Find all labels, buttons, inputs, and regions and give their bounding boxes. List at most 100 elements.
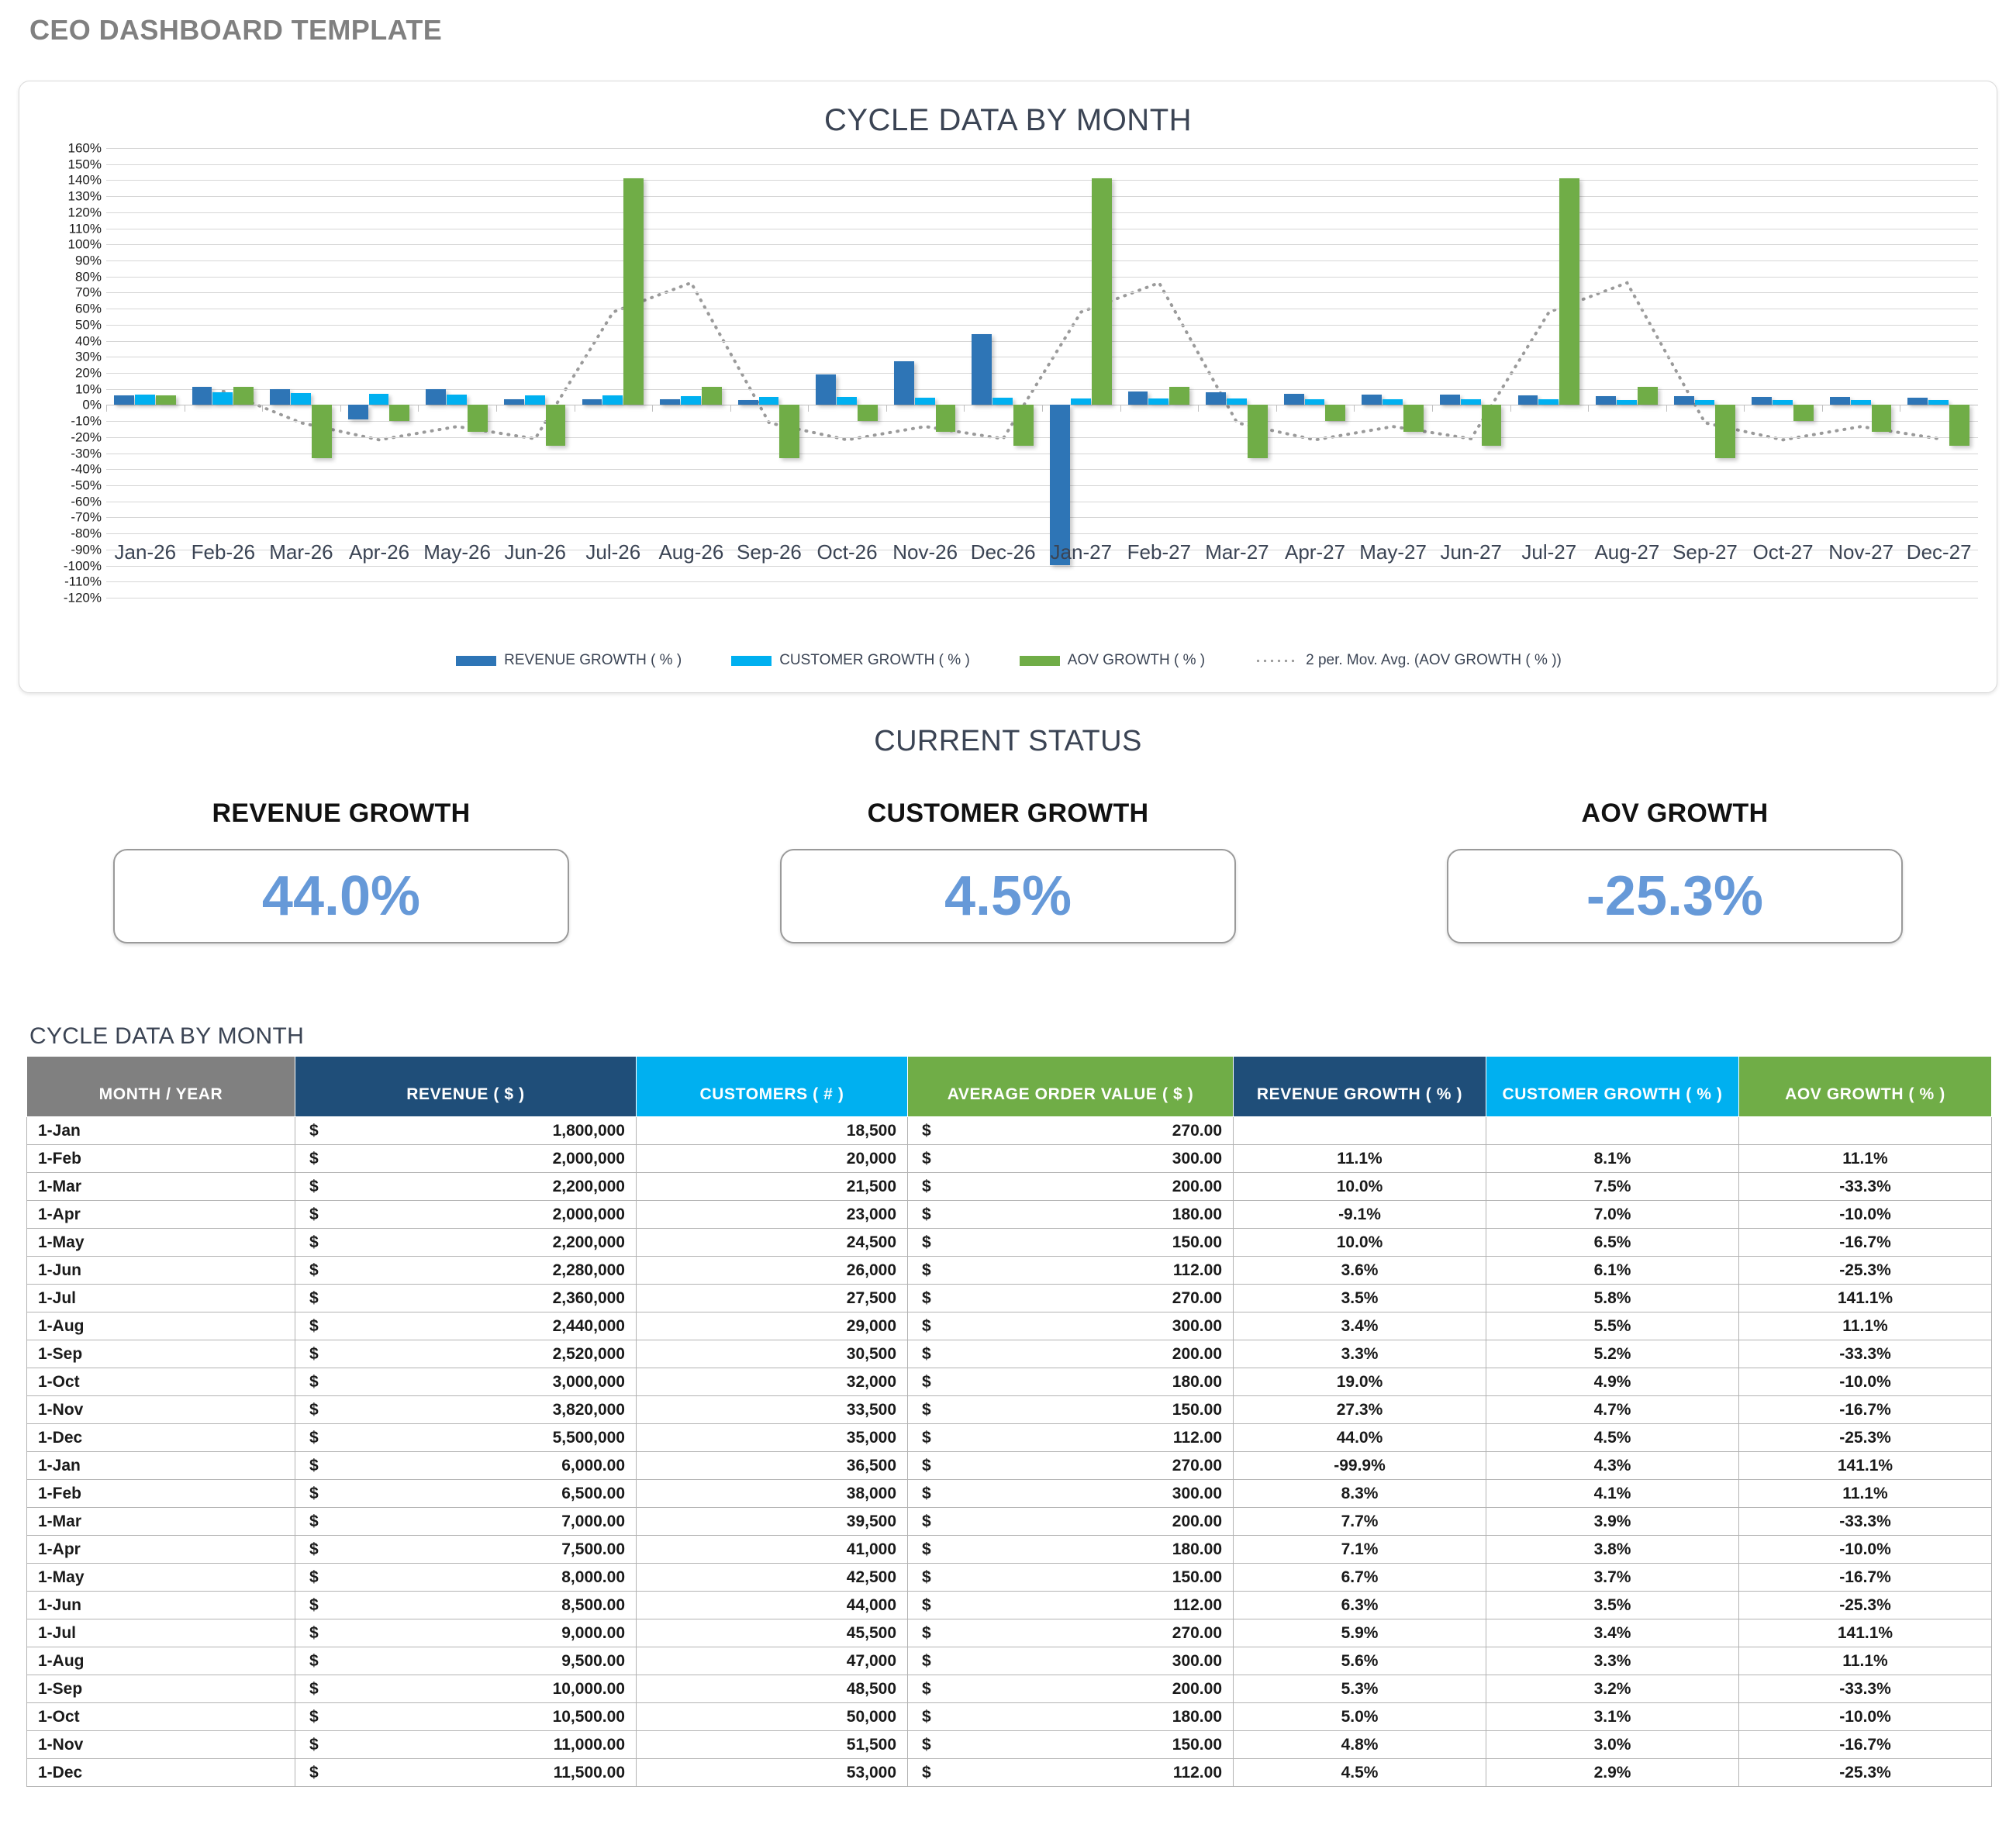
x-axis-tick-label: Mar-26 [269,540,333,564]
cell-customers: 20,000 [636,1144,908,1173]
cell-customer-growth: 4.5% [1486,1423,1739,1452]
table-row: 1-Jun $8,500.00 44,000 $112.00 6.3% 3.5% -25.3… [26,1591,1992,1619]
cell-aov: $300.00 [907,1647,1234,1675]
chart-bar [779,405,800,459]
x-axis-tick-label: Apr-27 [1285,540,1346,564]
cell-aov: $180.00 [907,1368,1234,1396]
x-axis-tick-label: Jun-26 [504,540,566,564]
cell-month: 1-Jul [26,1619,295,1647]
column-header-month[interactable]: MONTH / YEAR [26,1056,295,1117]
legend-item[interactable]: AOV GROWTH ( % ) [1019,652,1205,669]
currency-symbol: $ [309,1149,319,1168]
table-row: 1-Mar $7,000.00 39,500 $200.00 7.7% 3.9% -33.3… [26,1507,1992,1536]
table-row: 1-Feb $2,000,000 20,000 $300.00 11.1% 8.1% 11.… [26,1144,1992,1173]
kpi-value-box: -25.3% [1447,849,1903,943]
column-header-customers[interactable]: CUSTOMERS ( # ) [636,1056,908,1117]
cell-customer-growth: 5.2% [1486,1340,1739,1368]
currency-symbol: $ [922,1400,931,1419]
cell-customer-growth: 2.9% [1486,1758,1739,1787]
x-axis-tick-label: Oct-26 [816,540,878,564]
table-row: 1-Feb $6,500.00 38,000 $300.00 8.3% 4.1% 11.1% [26,1479,1992,1508]
cell-aov-growth: 141.1% [1738,1619,1992,1647]
gridline [106,436,1978,438]
cell-revenue-growth: 3.6% [1233,1256,1486,1285]
cell-customers: 48,500 [636,1675,908,1703]
cell-aov-growth: 141.1% [1738,1284,1992,1312]
cell-month: 1-Feb [26,1144,295,1173]
cell-aov: $200.00 [907,1340,1234,1368]
y-axis-tick-label: -100% [63,558,102,574]
x-axis-tick-label: Mar-27 [1205,540,1269,564]
y-axis-tick-label: -90% [71,542,102,557]
currency-symbol: $ [922,1763,931,1782]
currency-symbol: $ [922,1121,931,1140]
cell-customer-growth: 3.5% [1486,1591,1739,1619]
cell-customers: 21,500 [636,1172,908,1201]
cell-customers: 47,000 [636,1647,908,1675]
legend-dotted-line-icon [1255,655,1299,666]
currency-symbol: $ [922,1512,931,1530]
cell-month: 1-Jun [26,1256,295,1285]
cell-customer-growth: 4.9% [1486,1368,1739,1396]
column-header-rev-growth[interactable]: REVENUE GROWTH ( % ) [1233,1056,1486,1117]
chart-bar [1169,387,1190,405]
gridline [106,148,1978,149]
x-axis-tick-label: Jan-26 [114,540,177,564]
gridline [106,373,1978,374]
cell-revenue-growth: 3.4% [1233,1312,1486,1340]
gridline [106,324,1978,326]
x-axis-tickmark [418,405,419,412]
currency-symbol: $ [309,1735,319,1754]
currency-symbol: $ [309,1400,319,1419]
chart-bar [503,398,524,405]
cell-aov-growth: -33.3% [1738,1675,1992,1703]
x-axis-tickmark [1510,405,1511,412]
cell-aov: $150.00 [907,1730,1234,1759]
page-title: CEO DASHBOARD TEMPLATE [29,14,443,46]
cell-customers: 44,000 [636,1591,908,1619]
currency-symbol: $ [309,1205,319,1223]
x-axis-tick-label: Sep-27 [1673,540,1738,564]
chart-title: CYCLE DATA BY MONTH [823,103,1193,137]
cell-month: 1-Mar [26,1507,295,1536]
x-axis-tickmark [808,405,810,412]
currency-symbol: $ [922,1316,931,1335]
x-axis-tickmark [495,405,497,412]
legend-item[interactable]: CUSTOMER GROWTH ( % ) [731,652,970,669]
chart-bar [1596,395,1616,405]
table-row: 1-Aug $9,500.00 47,000 $300.00 5.6% 3.3% 11.1% [26,1647,1992,1675]
cell-month: 1-Feb [26,1479,295,1508]
x-axis-tick-label: Nov-27 [1828,540,1894,564]
chart-bar [1148,398,1169,405]
legend-color-swatch [731,655,772,666]
cell-revenue-growth: 8.3% [1233,1479,1486,1508]
legend-item[interactable]: 2 per. Mov. Avg. (AOV GROWTH ( % )) [1255,652,1562,669]
cell-customers: 41,000 [636,1535,908,1564]
column-header-revenue[interactable]: REVENUE ( $ ) [295,1056,637,1117]
column-header-aov-growth[interactable]: AOV GROWTH ( % ) [1738,1056,1992,1117]
column-header-cust-growth[interactable]: CUSTOMER GROWTH ( % ) [1486,1056,1739,1117]
gridline [106,196,1978,198]
kpi-label: REVENUE GROWTH [212,799,471,828]
cell-revenue: $2,280,000 [295,1256,637,1285]
legend-color-swatch [456,655,497,666]
gridline [106,340,1978,342]
chart-bar [1673,396,1694,405]
chart-bar [1907,398,1928,405]
legend-label: CUSTOMER GROWTH ( % ) [779,652,970,668]
cell-aov-growth: -16.7% [1738,1395,1992,1424]
table-row: 1-Jul $2,360,000 27,500 $270.00 3.5% 5.8% 141.… [26,1284,1992,1312]
chart-bar [816,374,837,405]
cell-revenue-growth: 3.3% [1233,1340,1486,1368]
cell-revenue-growth: 27.3% [1233,1395,1486,1424]
y-axis-tick-label: 80% [74,269,102,285]
y-axis-tick-label: -60% [71,494,102,509]
y-axis-tick-label: -10% [71,413,102,429]
column-header-aov[interactable]: AVERAGE ORDER VALUE ( $ ) [907,1056,1234,1117]
y-axis-tick-label: 70% [74,285,102,300]
cell-customer-growth: 3.7% [1486,1563,1739,1592]
table-row: 1-Jun $2,280,000 26,000 $112.00 3.6% 6.1% -25.… [26,1256,1992,1285]
legend-item[interactable]: REVENUE GROWTH ( % ) [456,652,682,669]
chart-card: CYCLE DATA BY MONTH 160% 150% 140% 130% 120%… [19,81,1997,693]
currency-symbol: $ [309,1121,319,1140]
